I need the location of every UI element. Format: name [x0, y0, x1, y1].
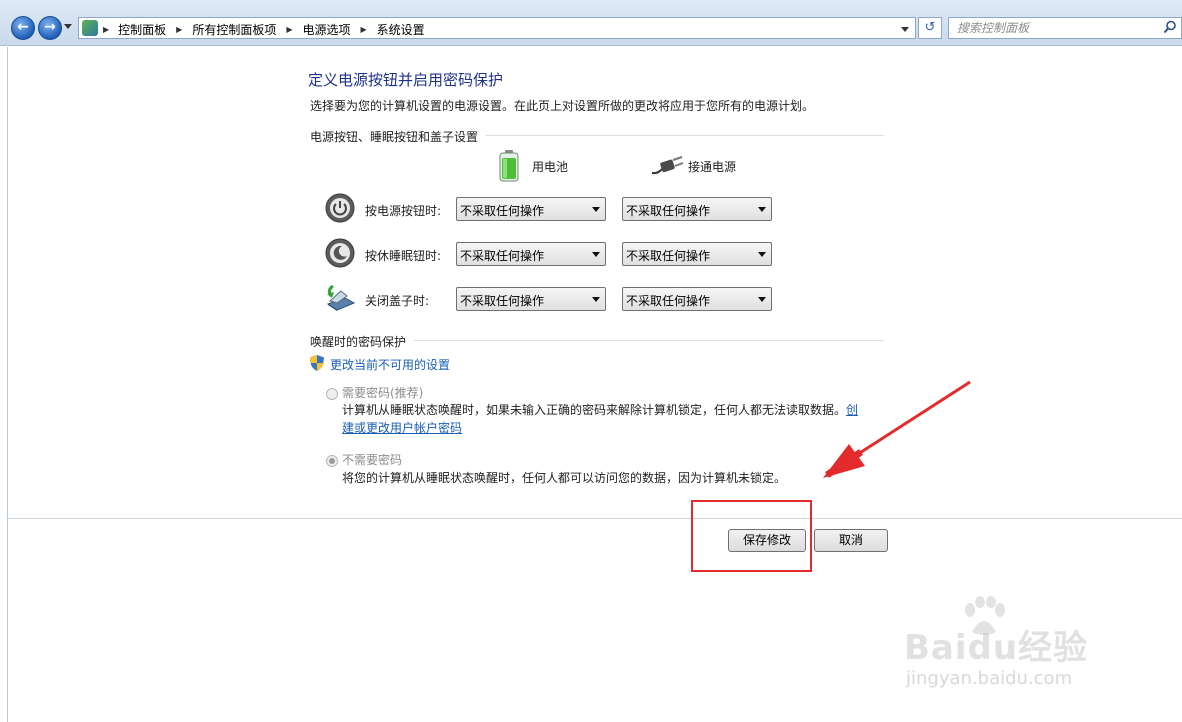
require-password-radio[interactable] [326, 388, 338, 400]
select-value: 不采取任何操作 [626, 204, 711, 218]
select-value: 不采取任何操作 [460, 249, 545, 263]
divider [414, 340, 884, 341]
chevron-down-icon [758, 207, 766, 212]
cancel-button[interactable]: 取消 [814, 529, 888, 552]
battery-column-header: 用电池 [532, 160, 569, 174]
forward-button[interactable]: → [38, 16, 62, 40]
laptop-lid-icon [326, 284, 355, 311]
breadcrumb-control-panel[interactable]: 控制面板 [118, 21, 166, 38]
no-password-description: 将您的计算机从睡眠状态唤醒时，任何人都可以访问您的数据，因为计算机未锁定。 [342, 471, 787, 485]
sleep-button-battery-select[interactable]: 不采取任何操作 [456, 242, 606, 266]
password-section-title: 唤醒时的密码保护 [310, 335, 407, 349]
back-button[interactable]: ← [11, 16, 35, 40]
lid-close-plugged-select[interactable]: 不采取任何操作 [622, 287, 772, 311]
select-value: 不采取任何操作 [460, 294, 545, 308]
chevron-down-icon [592, 297, 600, 302]
plug-icon [651, 156, 684, 175]
recent-pages-dropdown[interactable] [64, 24, 72, 29]
refresh-button[interactable]: ↺ [918, 17, 942, 39]
breadcrumb[interactable]: ▶ 控制面板 ▶ 所有控制面板项 ▶ 电源选项 ▶ 系统设置 [78, 17, 916, 39]
lid-close-battery-select[interactable]: 不采取任何操作 [456, 287, 606, 311]
power-button-label: 按电源按钮时: [365, 204, 442, 218]
sleep-button-icon [325, 238, 355, 268]
chevron-right-icon[interactable]: ▶ [103, 25, 109, 34]
chevron-down-icon [592, 207, 600, 212]
create-password-link-cont[interactable]: 建或更改用户帐户密码 [342, 421, 462, 435]
sleep-button-plugged-select[interactable]: 不采取任何操作 [622, 242, 772, 266]
require-password-text: 计算机从睡眠状态唤醒时，如果未输入正确的密码来解除计算机锁定，任何人都无法读取数… [342, 403, 847, 417]
watermark-brand: Baidu经验 [904, 628, 1089, 668]
require-password-label[interactable]: 需要密码(推荐) [342, 384, 423, 401]
divider [486, 135, 884, 136]
change-unavailable-settings-link[interactable]: 更改当前不可用的设置 [330, 356, 450, 373]
power-button-plugged-select[interactable]: 不采取任何操作 [622, 197, 772, 221]
chevron-down-icon [758, 252, 766, 257]
sleep-button-label: 按休睡眠钮时: [365, 249, 442, 263]
require-password-description: 计算机从睡眠状态唤醒时，如果未输入正确的密码来解除计算机锁定，任何人都无法读取数… [342, 401, 864, 437]
search-box[interactable] [948, 17, 1182, 39]
breadcrumb-all-items[interactable]: 所有控制面板项 [192, 21, 276, 38]
footer-divider [8, 518, 1182, 519]
power-button-battery-select[interactable]: 不采取任何操作 [456, 197, 606, 221]
uac-shield-icon [310, 355, 324, 371]
chevron-down-icon [592, 252, 600, 257]
watermark-url: jingyan.baidu.com [906, 668, 1073, 689]
power-buttons-section-title: 电源按钮、睡眠按钮和盖子设置 [310, 130, 479, 144]
chevron-right-icon[interactable]: ▶ [361, 25, 367, 34]
plugged-column-header: 接通电源 [688, 160, 737, 174]
page-title: 定义电源按钮并启用密码保护 [308, 71, 504, 89]
page-description: 选择要为您的计算机设置的电源设置。在此页上对设置所做的更改将应用于您所有的电源计… [310, 99, 815, 113]
chevron-down-icon [758, 297, 766, 302]
search-input[interactable] [957, 19, 1157, 37]
chevron-right-icon[interactable]: ▶ [176, 25, 182, 34]
annotation-arrow [823, 380, 971, 478]
power-button-icon [325, 193, 355, 223]
select-value: 不采取任何操作 [626, 249, 711, 263]
lid-close-label: 关闭盖子时: [365, 294, 430, 308]
annotation-highlight-box [691, 500, 812, 572]
breadcrumb-power-options[interactable]: 电源选项 [303, 21, 351, 38]
select-value: 不采取任何操作 [460, 204, 545, 218]
chevron-down-icon[interactable] [901, 27, 909, 32]
select-value: 不采取任何操作 [626, 294, 711, 308]
battery-icon [499, 150, 519, 182]
address-bar: ← → ▶ 控制面板 ▶ 所有控制面板项 ▶ 电源选项 ▶ 系统设置 ↺ [0, 0, 1182, 46]
no-password-label[interactable]: 不需要密码 [342, 451, 402, 468]
control-panel-icon [82, 20, 98, 36]
breadcrumb-system-settings[interactable]: 系统设置 [377, 21, 425, 38]
search-icon[interactable] [1163, 20, 1177, 34]
no-password-radio[interactable] [326, 455, 338, 467]
chevron-right-icon[interactable]: ▶ [286, 25, 292, 34]
